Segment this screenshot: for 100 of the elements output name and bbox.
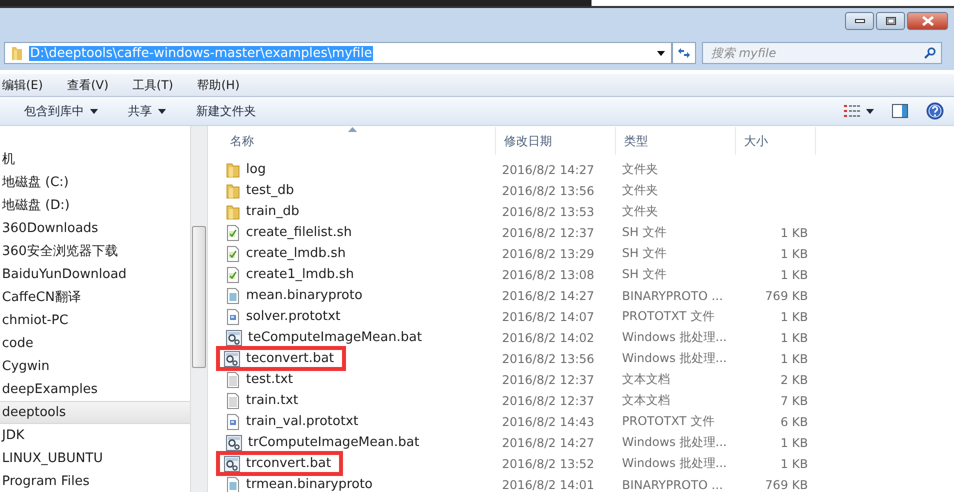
file-type: BINARYPROTO ... (621, 478, 724, 492)
file-name[interactable]: test.txt (222, 369, 297, 390)
file-icon (226, 288, 240, 304)
modified-date: 2016/8/2 14:07 (501, 310, 596, 324)
script-file-icon (226, 224, 240, 240)
file-size: 769 KB (764, 288, 808, 302)
modified-date: 2016/8/2 12:37 (501, 226, 596, 240)
sidebar-item[interactable]: Cygwin (0, 355, 190, 378)
file-name[interactable]: solver.prototxt (222, 306, 345, 327)
modified-date: 2016/8/2 14:43 (501, 414, 596, 428)
close-button[interactable] (907, 12, 948, 30)
gear-file-icon (226, 434, 242, 450)
file-name[interactable]: create_filelist.sh (222, 222, 356, 243)
modified-date: 2016/8/2 13:53 (501, 204, 596, 218)
menu-item[interactable]: 编辑(E) (2, 76, 43, 94)
text-file-icon (226, 392, 240, 408)
folder-icon (11, 46, 23, 60)
menu-item[interactable]: 查看(V) (66, 76, 109, 94)
gear-file-icon (226, 330, 242, 346)
file-name[interactable]: train.txt (222, 390, 302, 411)
file-name[interactable]: teComputeImageMean.bat (222, 327, 426, 348)
sidebar-item[interactable]: code (0, 332, 190, 355)
help-icon[interactable] (926, 102, 944, 120)
modified-date: 2016/8/2 14:27 (501, 436, 596, 450)
sidebar-item[interactable]: LINUX_UBUNTU (0, 447, 190, 470)
modified-date: 2016/8/2 13:56 (501, 184, 596, 198)
file-size: 7 KB (779, 394, 808, 408)
file-name[interactable]: teconvert.bat (218, 348, 344, 369)
dropdown-arrow-icon[interactable] (657, 50, 665, 56)
modified-date: 2016/8/2 13:56 (501, 352, 596, 366)
file-name[interactable]: train_val.prototxt (222, 411, 362, 432)
file-type: Windows 批处理... (621, 329, 728, 346)
file-name[interactable]: create1_lmdb.sh (222, 264, 358, 285)
toolbar-button[interactable]: 共享 (128, 100, 166, 122)
modified-date: 2016/8/2 14:02 (501, 330, 596, 344)
gear-file-icon (224, 456, 240, 472)
file-name[interactable]: log (222, 159, 270, 180)
minimize-icon (854, 19, 864, 23)
file-size: 1 KB (779, 268, 808, 282)
file-name[interactable]: test_db (222, 180, 298, 201)
gear-file-icon (224, 350, 240, 366)
folder-icon (226, 182, 240, 198)
sidebar-item[interactable]: deepExamples (0, 378, 190, 401)
toolbar-button[interactable]: 新建文件夹 (196, 100, 256, 122)
file-type: Windows 批处理... (621, 350, 728, 367)
sidebar-item[interactable]: deeptools (0, 401, 190, 424)
refresh-icon (677, 47, 691, 59)
file-size: 1 KB (779, 226, 808, 240)
sidebar-item[interactable]: chmiot-PC (0, 309, 190, 332)
file-size: 2 KB (779, 372, 808, 386)
sidebar-item[interactable]: CaffeCN翻译 (0, 286, 190, 309)
maximize-icon (886, 17, 896, 25)
folder-icon (226, 204, 240, 220)
menu-item[interactable]: 工具(T) (132, 76, 174, 94)
sidebar-item[interactable]: 地磁盘 (D:) (0, 194, 190, 217)
script-file-icon (226, 266, 240, 282)
file-type: PROTOTXT 文件 (621, 413, 716, 430)
menu-item[interactable]: 帮助(H) (197, 76, 240, 94)
file-type: 文件夹 (621, 161, 659, 178)
caret-icon (866, 108, 874, 114)
refresh-button[interactable] (672, 42, 696, 64)
sidebar-item[interactable]: 机 (0, 148, 190, 171)
file-type: 文件夹 (621, 182, 659, 199)
file-name[interactable]: mean.binaryproto (222, 285, 366, 306)
preview-pane-icon[interactable] (892, 104, 908, 118)
sidebar-item[interactable]: JDK (0, 424, 190, 447)
maximize-button[interactable] (876, 12, 905, 30)
column-header[interactable]: 类型 (624, 132, 648, 150)
sidebar-item[interactable]: 360Downloads (0, 217, 190, 240)
file-type: SH 文件 (621, 266, 668, 283)
file-size: 1 KB (779, 352, 808, 366)
modified-date: 2016/8/2 12:37 (501, 372, 596, 386)
close-icon (922, 16, 934, 26)
minimize-button[interactable] (845, 12, 874, 30)
text-file-icon (226, 372, 240, 388)
file-size: 1 KB (779, 330, 808, 344)
modified-date: 2016/8/2 14:27 (501, 288, 596, 302)
file-type: Windows 批处理... (621, 434, 728, 451)
file-name[interactable]: trComputeImageMean.bat (222, 432, 424, 453)
scrollbar[interactable] (190, 126, 208, 492)
file-name[interactable]: create_lmdb.sh (222, 243, 350, 264)
toolbar-button[interactable]: 包含到库中 (24, 100, 98, 122)
file-type: BINARYPROTO ... (621, 288, 724, 302)
document-icon (226, 414, 240, 430)
column-header[interactable]: 修改日期 (504, 132, 552, 150)
sidebar-item[interactable]: BaiduYunDownload (0, 263, 190, 286)
sidebar-item[interactable]: Program Files (0, 470, 190, 492)
column-header[interactable]: 大小 (744, 132, 768, 150)
sidebar-item[interactable]: 360安全浏览器下载 (0, 240, 190, 263)
file-name[interactable]: trconvert.bat (218, 453, 342, 474)
file-type: 文本文档 (621, 392, 671, 409)
file-name[interactable]: train_db (222, 201, 304, 222)
file-type: Windows 批处理... (621, 455, 728, 472)
scrollbar-thumb[interactable] (192, 226, 206, 368)
sidebar-item[interactable]: 地磁盘 (C:) (0, 171, 190, 194)
modified-date: 2016/8/2 14:01 (501, 478, 596, 492)
search-field[interactable]: 搜索 myfile (702, 42, 942, 64)
column-header[interactable]: 名称 (230, 132, 254, 150)
file-name[interactable]: trmean.binaryproto (222, 474, 377, 492)
view-options-button[interactable] (844, 103, 874, 119)
